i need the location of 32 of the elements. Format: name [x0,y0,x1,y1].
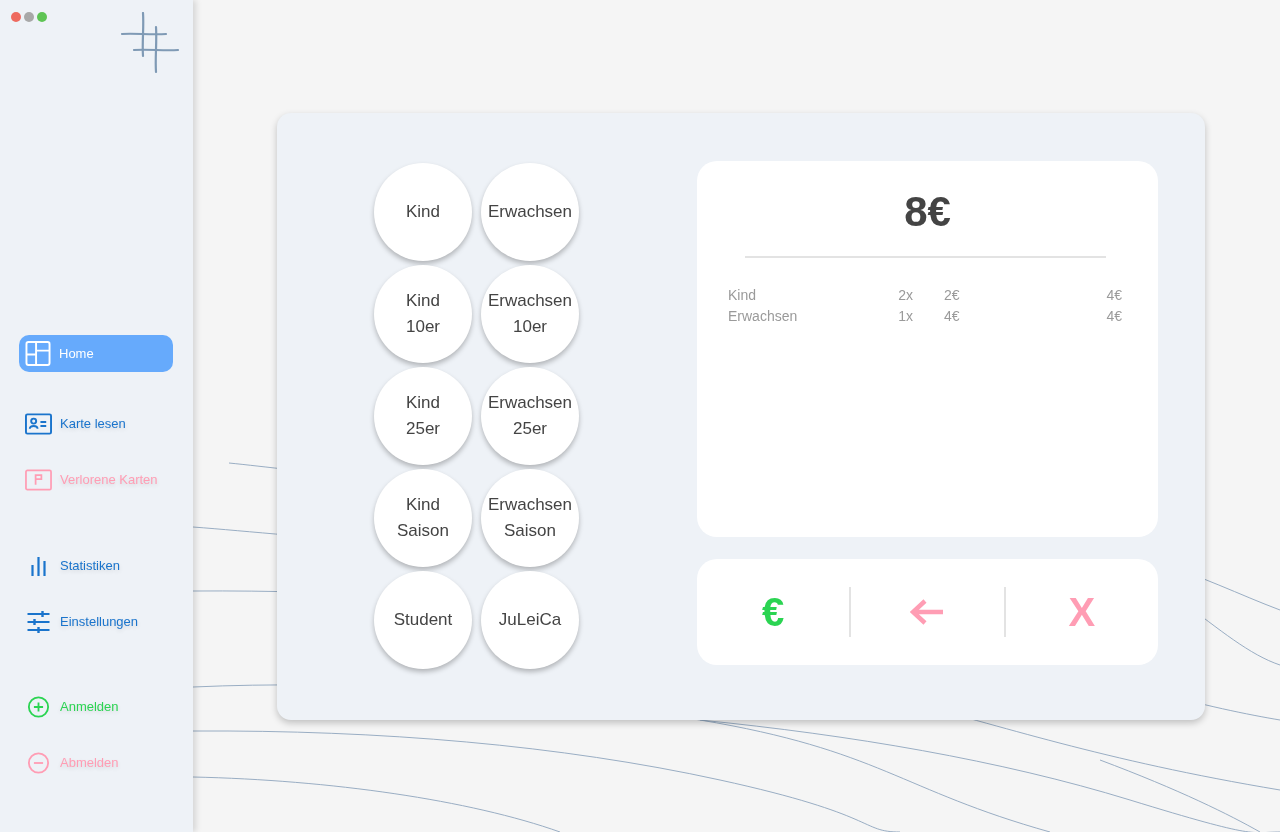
item-quantity: 2x [898,286,913,305]
window-zoom-icon[interactable] [37,12,47,22]
ticket-button[interactable]: Erwachsen 10er [481,265,579,363]
item-price: 2€ [944,286,960,305]
ticket-button[interactable]: Kind 25er [374,367,472,465]
hash-logo-icon [120,12,180,74]
sliders-icon [25,610,52,633]
dashboard-icon [25,341,51,366]
window-minimize-icon[interactable] [24,12,34,22]
ticket-button[interactable]: Student [374,571,472,669]
item-name: Kind [728,286,757,305]
sidebar-item[interactable]: Karte lesen [19,405,173,442]
sidebar-item[interactable]: Einstellungen [19,603,173,640]
ticket-button[interactable]: Kind 10er [374,265,472,363]
ticket-button[interactable]: Erwachsen [481,163,579,261]
ticket-button[interactable]: Erwachsen 25er [481,367,579,465]
ticket-button[interactable]: Kind [374,163,472,261]
item-name: Erwachsen [728,307,798,326]
window-close-icon[interactable] [11,12,21,22]
item-total: 4€ [1106,307,1122,326]
sidebar-item[interactable]: Statistiken [19,547,173,584]
plus-circle-icon [25,695,52,718]
ticket-button[interactable]: Erwachsen Saison [481,469,579,567]
item-total: 4€ [1106,286,1122,305]
item-quantity: 1x [898,307,913,326]
total-amount: 8€ [903,188,952,236]
ticket-button[interactable]: Kind Saison [374,469,472,567]
flag-icon [25,468,52,491]
item-price: 4€ [944,307,960,326]
ticket-button[interactable]: JuLeiCa [481,571,579,669]
id-card-icon [25,412,52,435]
minus-circle-icon [25,751,52,774]
